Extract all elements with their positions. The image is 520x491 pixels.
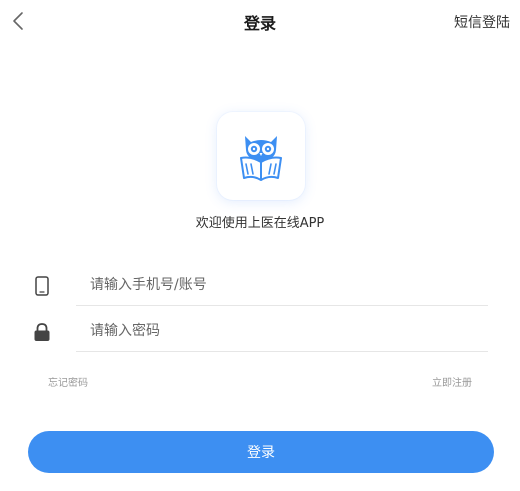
lock-icon [28,318,56,346]
forgot-password-link[interactable]: 忘记密码 [48,374,88,389]
phone-divider [76,305,488,306]
password-divider [76,351,488,352]
password-row [28,312,488,352]
app-logo [217,112,305,200]
sms-login-link[interactable]: 短信登陆 [454,12,510,32]
phone-row [28,266,488,306]
login-button[interactable]: 登录 [28,431,494,473]
phone-icon [28,272,56,300]
phone-input[interactable] [90,272,480,298]
welcome-text: 欢迎使用上医在线APP [195,216,325,231]
login-page: 登录 短信登陆 欢迎使用上医在线APP 请输入手机号/账号 忘记密码 立即注册 … [0,0,520,491]
owl-book-logo [240,136,282,181]
nav-bar: 登录 短信登陆 [0,0,520,44]
password-input[interactable] [90,318,480,344]
register-link[interactable]: 立即注册 [432,374,472,389]
page-title: 登录 [243,14,276,33]
